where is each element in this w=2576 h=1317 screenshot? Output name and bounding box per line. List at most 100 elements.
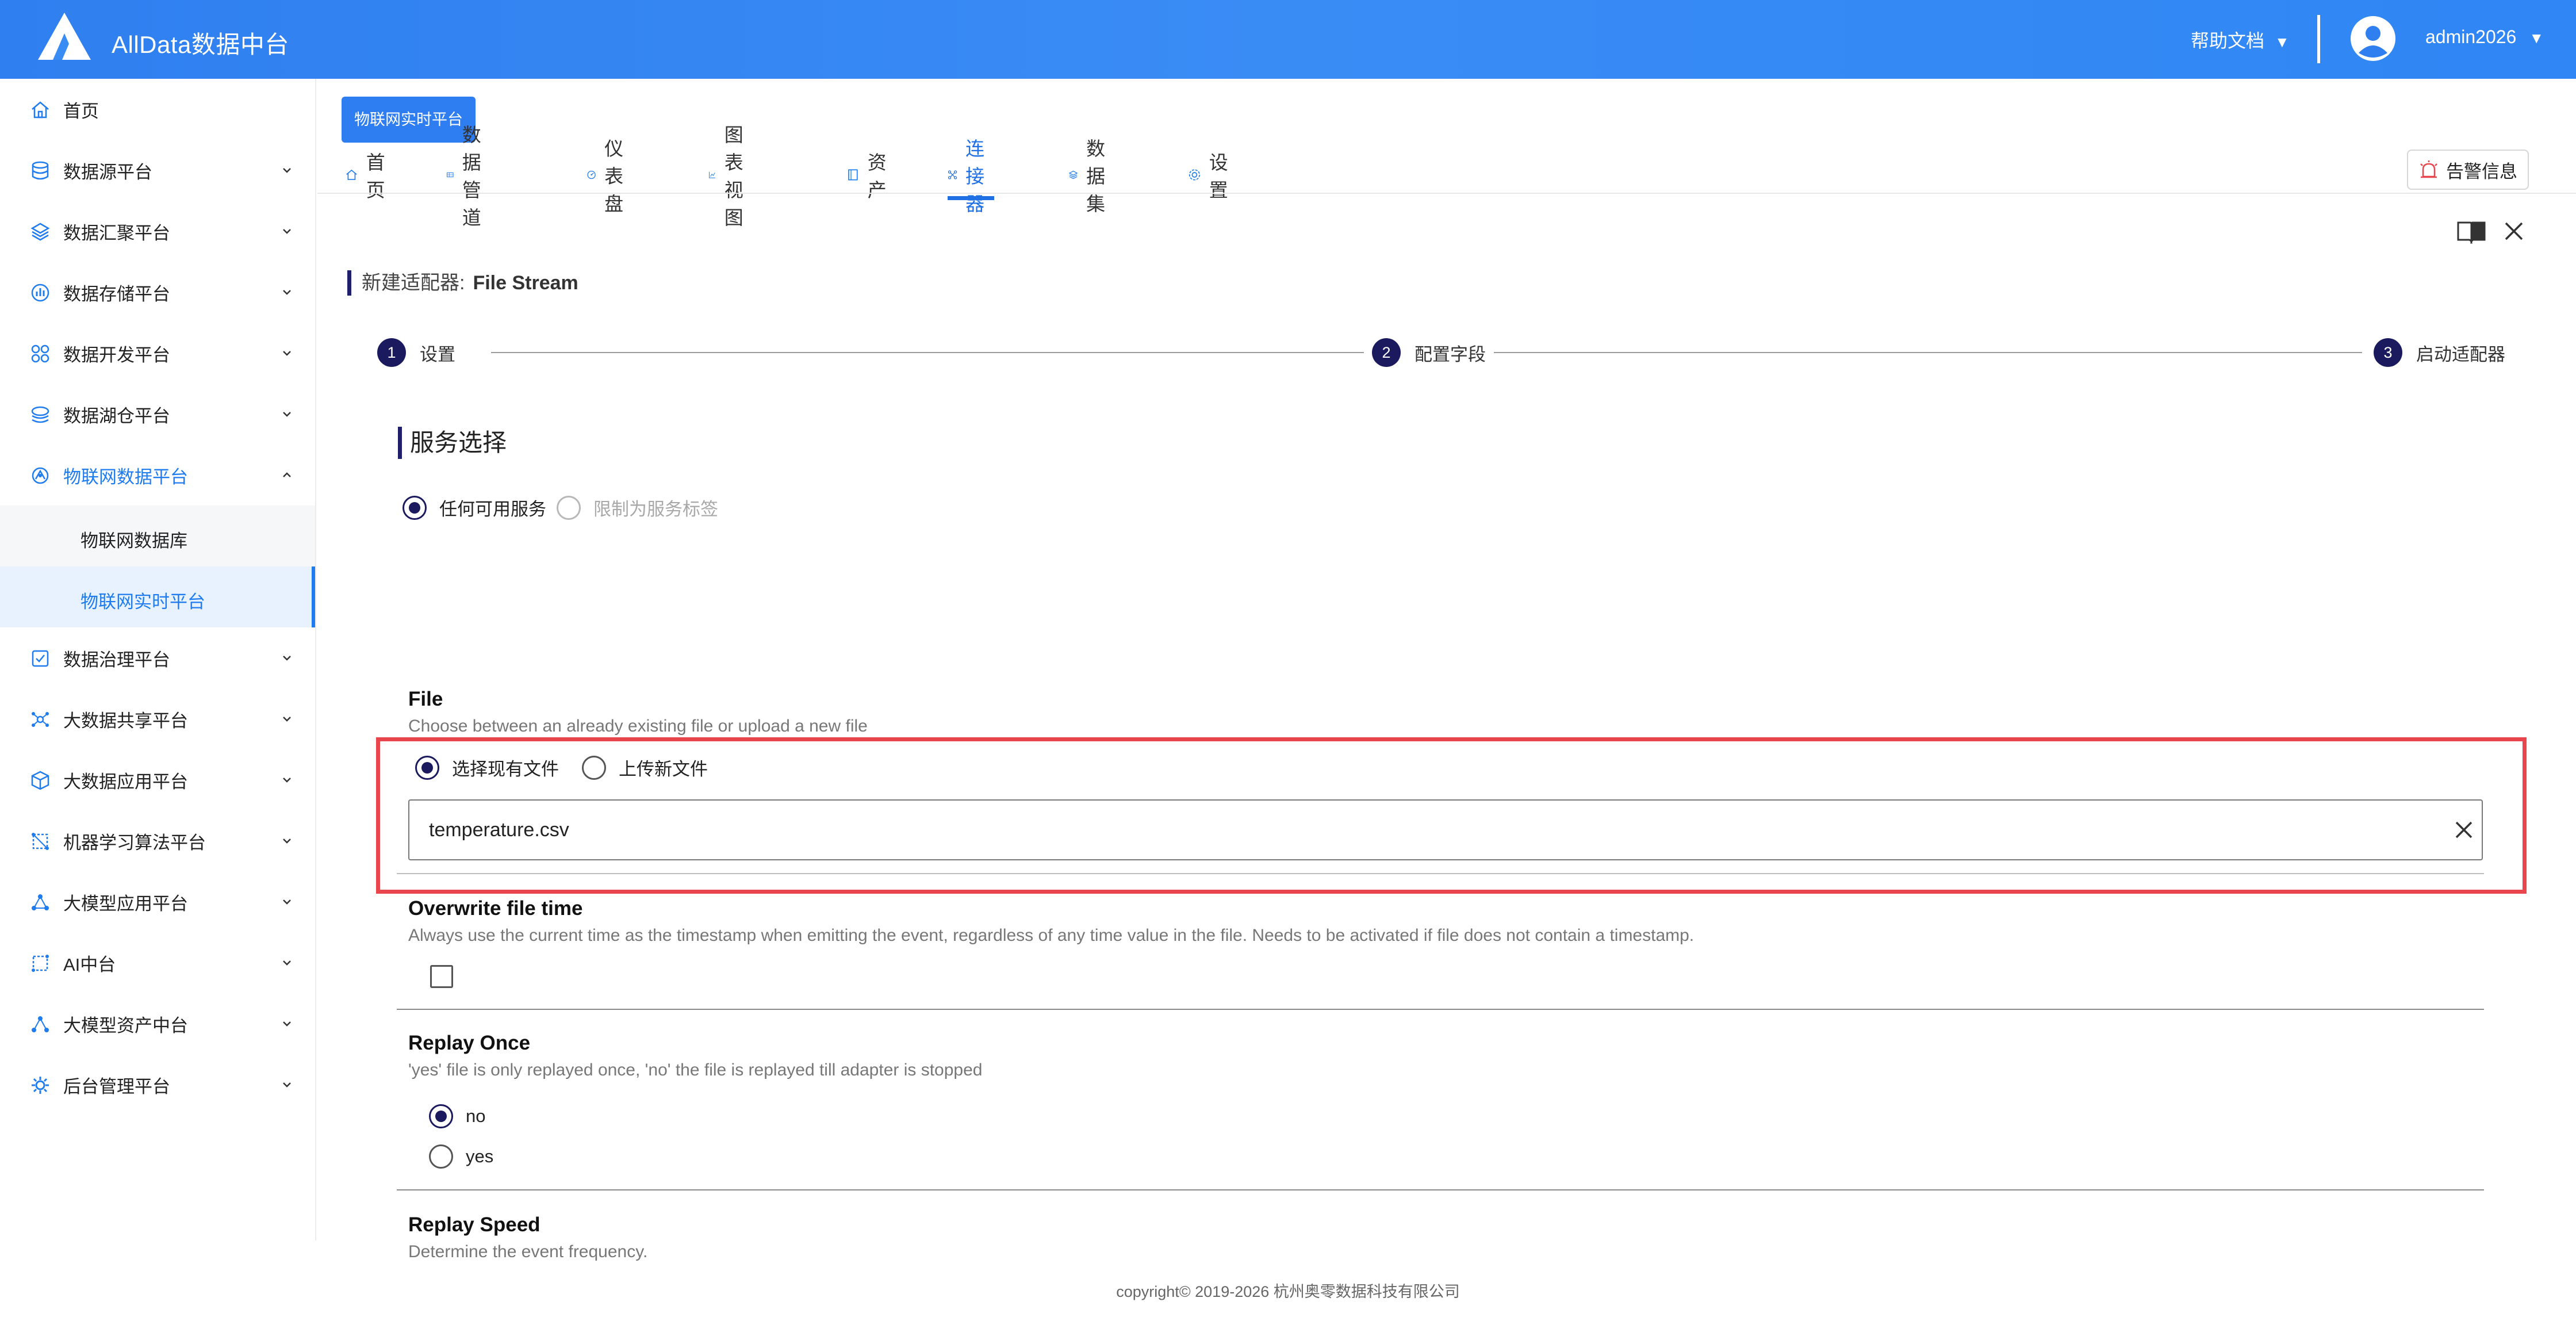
field-divider [397,1009,2484,1010]
sidebar-item-ai[interactable]: AI中台 [0,932,315,993]
user-name: admin2026 [2425,26,2517,47]
clear-icon[interactable] [2453,819,2475,841]
caret-down-icon: ▼ [2529,29,2544,47]
user-avatar-icon [2351,17,2395,60]
sidebar-item-iot[interactable]: 物联网数据平台 [0,445,315,506]
tab-assets[interactable]: 资产 [846,152,893,201]
chevron-down-icon [283,1082,291,1088]
overwrite-field-description: Always use the current time as the times… [408,926,1695,945]
sidebar-item-lakehouse[interactable]: 数据湖仓平台 [0,384,315,445]
radio-restrict-service-tags[interactable]: 限制为服务标签 [557,495,718,520]
radio-label: 任何可用服务 [439,499,546,519]
chevron-down-icon [283,168,291,173]
sidebar-item-sharing[interactable]: 大数据共享平台 [0,688,315,749]
iot-icon [32,467,49,484]
radio-checked-icon [402,495,427,520]
tab-label: 图表视图 [724,124,743,228]
radio-select-existing-file[interactable]: 选择现有文件 [415,755,559,780]
sidebar-subitem-iot-realtime[interactable]: 物联网实时平台 [0,566,315,627]
overwrite-file-time-checkbox[interactable] [430,965,453,988]
sidebar-subitem-iot-database[interactable]: 物联网数据库 [0,506,315,566]
breadcrumb-tag[interactable]: 物联网实时平台 [342,97,476,143]
tab-settings[interactable]: 设置 [1188,152,1235,201]
step-3[interactable]: 3 启动适配器 [2374,338,2505,367]
sidebar-item-ml[interactable]: 机器学习算法平台 [0,810,315,871]
asset-icon [848,169,858,181]
step-number: 2 [1372,338,1401,367]
step-connector [491,352,1364,353]
file-select-input[interactable]: temperature.csv [408,799,2483,860]
sidebar-item-label: 数据源平台 [63,162,152,182]
documentation-icon[interactable] [2456,220,2486,244]
alert-info-button[interactable]: 告警信息 [2407,150,2529,190]
tab-label: 仪表盘 [604,138,624,215]
cube-icon [31,771,49,790]
pipeline-icon [447,172,454,178]
dataset-icon [1068,170,1078,179]
radio-checked-icon [415,755,439,780]
service-selection-title: 服务选择 [398,427,507,459]
top-bar: AllData数据中台 帮助文档 ▼ admin2026 ▼ [0,0,2576,79]
caret-down-icon: ▼ [2275,33,2290,51]
close-icon[interactable] [2502,220,2525,243]
radio-upload-new-file[interactable]: 上传新文件 [582,755,708,780]
chevron-down-icon [283,351,291,356]
admin-icon [32,1077,49,1094]
chart-icon [709,171,716,178]
step-2[interactable]: 2 配置字段 [1372,338,1486,367]
tab-chart-view[interactable]: 图表视图 [708,124,755,228]
sidebar-item-datasource[interactable]: 数据源平台 [0,140,315,201]
help-docs-label: 帮助文档 [2191,30,2265,51]
sidebar-item-governance[interactable]: 数据治理平台 [0,627,315,688]
sidebar-item-label: 大模型应用平台 [63,893,188,914]
tab-label: 连接器 [965,138,985,215]
sidebar-item-label: 数据存储平台 [63,284,170,304]
tab-label: 设置 [1209,152,1228,201]
sidebar-item-llm-asset[interactable]: 大模型资产中台 [0,993,315,1054]
sidebar-item-aggregation[interactable]: 数据汇聚平台 [0,201,315,262]
governance-icon [32,650,49,667]
overwrite-field-label: Overwrite file time [408,897,583,920]
chevron-down-icon [283,290,291,295]
sidebar-item-application[interactable]: 大数据应用平台 [0,749,315,810]
tab-connectors[interactable]: 连接器 [948,138,994,215]
sidebar-item-llm-app[interactable]: 大模型应用平台 [0,871,315,932]
chevron-down-icon [283,412,291,417]
tab-dashboard[interactable]: 仪表盘 [586,138,633,215]
chevron-up-icon [283,472,291,477]
sidebar-item-label: 数据开发平台 [63,344,170,365]
page-title-prefix: 新建适配器: [362,272,465,294]
replay-once-label: Replay Once [408,1032,531,1054]
chevron-down-icon [283,717,291,722]
connector-icon [948,170,957,179]
tab-home[interactable]: 首页 [345,152,392,201]
tab-pipeline[interactable]: 数据管道 [446,124,493,228]
home-icon [32,101,49,118]
sidebar-item-label: 数据湖仓平台 [63,405,170,426]
radio-label: 上传新文件 [619,759,708,779]
sidebar-item-label: AI中台 [63,954,116,975]
radio-replay-once-yes[interactable]: yes [429,1144,493,1169]
step-number: 1 [377,338,406,367]
sidebar-item-label: 大模型资产中台 [63,1015,188,1036]
sidebar-item-label: 首页 [63,101,99,121]
sidebar-item-admin[interactable]: 后台管理平台 [0,1054,315,1115]
radio-checked-icon [429,1104,453,1128]
chevron-down-icon [283,839,291,844]
tab-datasets[interactable]: 数据集 [1068,138,1115,215]
user-menu[interactable]: admin2026 ▼ [2425,26,2544,48]
radio-replay-once-no[interactable]: no [429,1104,485,1128]
radio-unchecked-icon [582,755,606,780]
ai-icon [32,955,49,972]
tab-label: 资产 [867,152,887,201]
sidebar-item-storage[interactable]: 数据存储平台 [0,262,315,323]
app-title: AllData数据中台 [112,31,289,58]
page-title: 新建适配器: File Stream [347,270,578,296]
sidebar-item-development[interactable]: 数据开发平台 [0,323,315,384]
step-1[interactable]: 1 设置 [377,338,455,367]
sidebar-item-home[interactable]: 首页 [0,79,315,140]
step-connector [1494,352,2362,353]
help-docs-menu[interactable]: 帮助文档 ▼ [2191,26,2290,53]
avatar[interactable] [2351,16,2395,61]
radio-any-service[interactable]: 任何可用服务 [402,495,546,520]
